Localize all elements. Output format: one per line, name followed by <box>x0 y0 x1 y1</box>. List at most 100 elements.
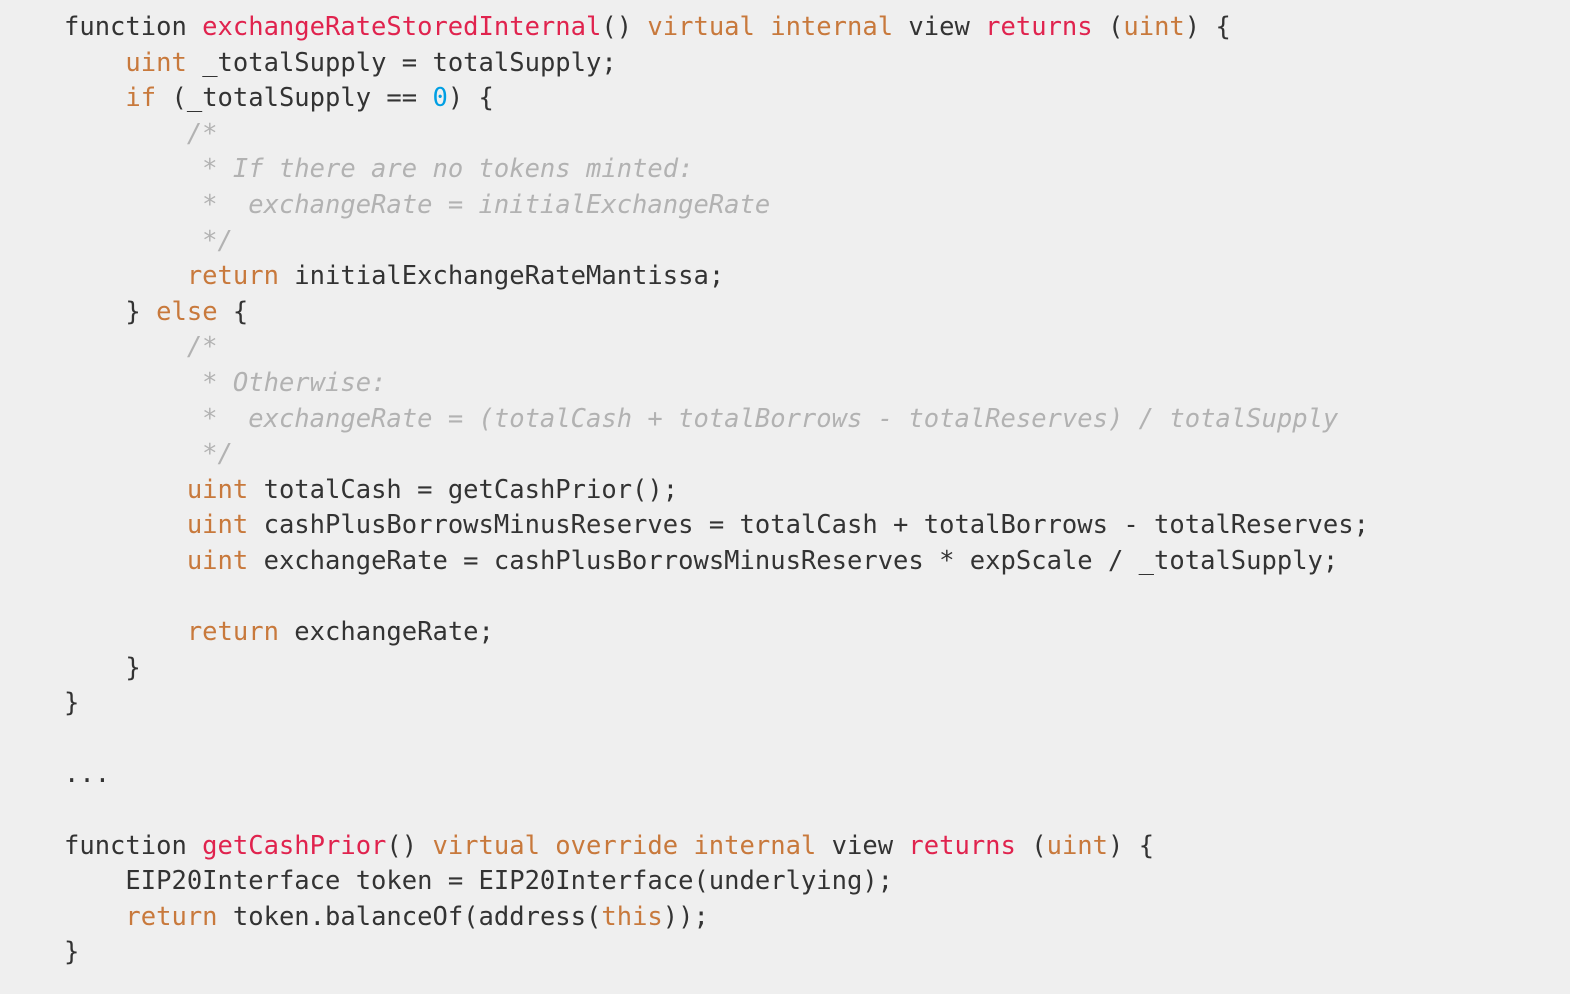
code-token-plain: _totalSupply = totalSupply; <box>186 47 617 78</box>
code-token-comment: * Otherwise: <box>186 367 387 398</box>
code-token-kw: return <box>186 617 279 648</box>
code-token-kw: return <box>186 261 279 292</box>
code-line: uint exchangeRate = cashPlusBorrowsMinus… <box>0 544 1570 580</box>
code-token-plain: EIP20Interface token = EIP20Interface(un… <box>125 866 894 897</box>
code-line: uint totalCash = getCashPrior(); <box>0 473 1570 509</box>
code-token-kw: uint <box>125 47 187 78</box>
code-token-kw: uint <box>186 474 249 505</box>
code-token-plain: cashPlusBorrowsMinusReserves = totalCash… <box>248 510 1369 541</box>
code-token-plain: view <box>893 12 986 42</box>
code-token-kw: return <box>125 901 218 932</box>
code-token-comment: /* <box>186 332 218 363</box>
code-token-plain: } <box>125 296 157 327</box>
code-line: function getCashPrior() virtual override… <box>0 829 1570 865</box>
code-token-plain: function <box>64 830 203 861</box>
code-line: * exchangeRate = initialExchangeRate <box>0 188 1570 224</box>
code-token-plain: } <box>64 688 80 719</box>
code-line: */ <box>0 437 1570 473</box>
code-line: } <box>0 651 1570 687</box>
code-line: * exchangeRate = (totalCash + totalBorro… <box>0 402 1570 438</box>
code-token-fn: returns <box>908 830 1016 861</box>
code-token-kw: uint <box>1123 12 1185 42</box>
code-token-comment: /* <box>186 118 218 149</box>
code-token-plain: ... <box>64 759 111 790</box>
code-token-kw: if <box>125 83 157 114</box>
code-token-plain: ) { <box>1184 12 1231 42</box>
code-token-kw: uint <box>186 545 249 576</box>
code-line: uint cashPlusBorrowsMinusReserves = tota… <box>0 508 1570 544</box>
code-token-plain: exchangeRate; <box>278 617 494 648</box>
code-token-kw: uint <box>1046 830 1109 861</box>
code-token-comment: * If there are no tokens minted: <box>186 154 694 185</box>
code-line: } <box>0 686 1570 722</box>
code-block: function exchangeRateStoredInternal() vi… <box>0 0 1570 994</box>
code-line: uint _totalSupply = totalSupply; <box>0 46 1570 82</box>
code-token-plain: token.balanceOf(address( <box>217 901 602 932</box>
code-token-plain: ) { <box>1108 830 1155 861</box>
code-token-plain: ( <box>1092 12 1124 42</box>
code-token-kw: virtual internal <box>647 12 894 42</box>
code-token-comment: */ <box>186 225 233 256</box>
code-token-fn: exchangeRateStoredInternal <box>202 12 602 42</box>
code-token-num: 0 <box>432 83 448 114</box>
code-line: return initialExchangeRateMantissa; <box>0 259 1570 295</box>
code-token-plain: ) { <box>447 83 494 114</box>
code-line: ... <box>0 757 1570 793</box>
code-token-plain: )); <box>662 901 709 932</box>
code-line: */ <box>0 224 1570 260</box>
code-line: function exchangeRateStoredInternal() vi… <box>0 10 1570 46</box>
code-token-plain: } <box>125 652 141 683</box>
code-line: * Otherwise: <box>0 366 1570 402</box>
code-token-fn: returns <box>985 12 1093 42</box>
code-token-plain: } <box>64 937 80 968</box>
code-token-kw: else <box>156 296 218 327</box>
code-token-plain: initialExchangeRateMantissa; <box>278 261 725 292</box>
code-token-plain: () <box>386 830 433 861</box>
code-token-comment: * exchangeRate = (totalCash + totalBorro… <box>186 403 1339 434</box>
code-token-plain: ( <box>1015 830 1047 861</box>
code-token-plain: view <box>816 830 909 861</box>
code-token-plain: () <box>601 12 648 42</box>
code-token-comment: * exchangeRate = initialExchangeRate <box>186 189 771 220</box>
code-token-kw: uint <box>186 510 249 541</box>
code-line: return token.balanceOf(address(this)); <box>0 900 1570 936</box>
code-token-plain: exchangeRate = cashPlusBorrowsMinusReser… <box>248 545 1339 576</box>
code-token-plain: (_totalSupply == <box>156 83 433 114</box>
code-line: /* <box>0 330 1570 366</box>
code-token-kw: this <box>601 901 663 932</box>
code-line: return exchangeRate; <box>0 615 1570 651</box>
code-token-plain: totalCash = getCashPrior(); <box>248 474 679 505</box>
code-line: /* <box>0 117 1570 153</box>
code-token-kw: virtual override internal <box>432 830 817 861</box>
code-token-plain: { <box>217 296 249 327</box>
code-line: } <box>0 935 1570 971</box>
code-line: * If there are no tokens minted: <box>0 152 1570 188</box>
code-token-comment: */ <box>186 439 233 470</box>
code-token-fn: getCashPrior <box>202 830 387 861</box>
code-line: EIP20Interface token = EIP20Interface(un… <box>0 864 1570 900</box>
code-line: } else { <box>0 295 1570 331</box>
code-token-plain: function <box>64 12 203 42</box>
